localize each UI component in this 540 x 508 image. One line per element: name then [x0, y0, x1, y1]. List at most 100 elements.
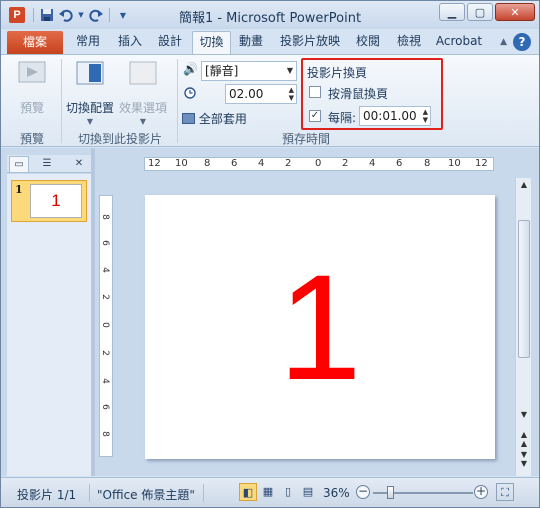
- scroll-down-icon[interactable]: ▼: [517, 410, 531, 419]
- close-pane-icon[interactable]: ✕: [69, 156, 89, 172]
- powerpoint-window: P ▼ ▼ 簡報1 - Microsoft PowerPoint ▁ ▢ ✕ 檔…: [0, 0, 540, 508]
- window-controls: ▁ ▢ ✕: [439, 3, 535, 21]
- slideshow-view-button[interactable]: ▤: [299, 483, 317, 501]
- ruler-tick: 6: [99, 240, 110, 246]
- status-bar: 投影片 1/1 "Office 佈景主題" ◧ ▦ ▯ ▤ 36% − + ⛶: [1, 477, 539, 507]
- ruler-tick: 10: [175, 158, 188, 169]
- zoom-in-icon[interactable]: +: [474, 485, 488, 499]
- tab-review[interactable]: 校閱: [353, 31, 383, 54]
- slide-thumbnail[interactable]: 1 1: [11, 180, 87, 222]
- group-separator: [61, 59, 62, 143]
- tab-view[interactable]: 檢視: [394, 31, 424, 54]
- chevron-down-icon: ▼: [139, 117, 147, 126]
- effect-options-button[interactable]: 效果選項 ▼: [117, 59, 169, 126]
- zoom-out-icon[interactable]: −: [356, 485, 370, 499]
- tab-acrobat[interactable]: Acrobat: [433, 31, 485, 54]
- slides-tab[interactable]: ▭: [9, 156, 29, 172]
- tab-insert[interactable]: 插入: [115, 31, 145, 54]
- pane-splitter[interactable]: [91, 148, 95, 476]
- sound-dropdown[interactable]: [靜音] ▼: [201, 61, 297, 81]
- group-separator: [177, 59, 178, 143]
- preview-button[interactable]: 預覽: [9, 59, 55, 116]
- sound-value: [靜音]: [205, 64, 239, 78]
- tab-animations[interactable]: 動畫: [236, 31, 266, 54]
- ruler-tick: 12: [148, 158, 161, 169]
- thumbnail-preview: 1: [30, 184, 82, 218]
- title-bar: P ▼ ▼ 簡報1 - Microsoft PowerPoint ▁ ▢ ✕: [1, 1, 539, 29]
- ribbon: 預覽 預覽 切換配置 ▼ 效果選項 ▼ 切換到此投影片 🔊 [靜音] ▼ 02.…: [1, 54, 539, 147]
- transition-scheme-icon: [74, 59, 106, 89]
- transition-scheme-button[interactable]: 切換配置 ▼: [65, 59, 115, 126]
- vertical-scrollbar[interactable]: ▲ ▼ ▲ ▲ ▼ ▼: [515, 178, 531, 476]
- apply-all-label: 全部套用: [198, 112, 247, 126]
- ruler-tick: 4: [369, 158, 376, 169]
- previous-slide-icon[interactable]: ▲ ▲: [517, 430, 531, 448]
- group-label-preview: 預覽: [19, 132, 44, 146]
- slide-sorter-button[interactable]: ▦: [259, 483, 277, 501]
- ruler-tick: 8: [99, 431, 110, 437]
- close-button[interactable]: ✕: [495, 3, 535, 21]
- group-label-timing: 預存時間: [281, 132, 330, 146]
- zoom-level[interactable]: 36%: [323, 486, 350, 500]
- slide-canvas[interactable]: 1: [145, 195, 495, 459]
- chevron-down-icon: ▼: [286, 66, 293, 75]
- duration-value: 02.00: [229, 87, 264, 101]
- ruler-tick: 0: [315, 158, 322, 169]
- effect-options-label: 效果選項: [118, 101, 167, 115]
- ruler-tick: 2: [342, 158, 349, 169]
- tab-file[interactable]: 檔案: [7, 31, 63, 54]
- tab-design[interactable]: 設計: [155, 31, 185, 54]
- group-label-transition: 切換到此投影片: [77, 132, 162, 146]
- status-separator: [89, 484, 90, 502]
- zoom-slider-handle[interactable]: [387, 486, 394, 499]
- ruler-tick: 8: [99, 214, 110, 220]
- theme-name[interactable]: "Office 佈景主題": [97, 486, 195, 503]
- reading-view-button[interactable]: ▯: [279, 483, 297, 501]
- ruler-tick: 6: [396, 158, 403, 169]
- duration-field[interactable]: 02.00 ▲ ▼: [225, 84, 297, 104]
- fit-to-window-icon[interactable]: ⛶: [496, 483, 514, 501]
- ruler-tick: 10: [448, 158, 461, 169]
- apply-all-icon: [182, 113, 195, 124]
- tab-slideshow[interactable]: 投影片放映: [277, 31, 343, 54]
- slide-content-text[interactable]: 1: [145, 227, 495, 427]
- ruler-tick: 12: [475, 158, 488, 169]
- preview-label: 預覽: [19, 101, 44, 115]
- ruler-tick: 4: [258, 158, 265, 169]
- sound-icon: 🔊: [183, 62, 198, 76]
- thumbnail-number: 1: [15, 183, 23, 196]
- apply-all-button[interactable]: 全部套用: [182, 110, 247, 127]
- minimize-button[interactable]: ▁: [439, 3, 465, 21]
- minimize-ribbon-icon[interactable]: ▲: [500, 37, 507, 47]
- next-slide-icon[interactable]: ▼ ▼: [517, 450, 531, 468]
- outline-tab[interactable]: ☰: [37, 156, 57, 172]
- slide-count: 投影片 1/1: [17, 488, 77, 502]
- horizontal-ruler: 12 10 8 6 4 2 0 2 4 6 8 10 12: [144, 157, 494, 171]
- tab-transitions[interactable]: 切換: [192, 31, 231, 54]
- spin-arrows-icon[interactable]: ▲ ▼: [289, 86, 294, 102]
- ruler-tick: 4: [99, 267, 110, 273]
- ruler-tick: 2: [99, 350, 110, 356]
- effect-options-icon: [127, 59, 159, 89]
- scroll-thumb[interactable]: [518, 220, 530, 358]
- ruler-tick: 6: [231, 158, 238, 169]
- scroll-up-icon[interactable]: ▲: [517, 180, 531, 189]
- ruler-tick: 0: [99, 322, 110, 328]
- tab-home[interactable]: 常用: [73, 31, 103, 54]
- ruler-tick: 2: [99, 294, 110, 300]
- pane-tabs: ▭ ☰ ✕: [7, 155, 91, 173]
- chevron-down-icon: ▼: [86, 117, 94, 126]
- ribbon-tabs: 檔案 常用 插入 設計 切換 動畫 投影片放映 校閱 檢視 Acrobat ▲ …: [1, 29, 539, 54]
- maximize-button[interactable]: ▢: [467, 3, 493, 21]
- vertical-ruler: 8 6 4 2 0 2 4 6 8: [99, 195, 113, 457]
- ruler-tick: 2: [285, 158, 292, 169]
- normal-view-button[interactable]: ◧: [239, 483, 257, 501]
- help-icon[interactable]: ?: [513, 33, 531, 51]
- ruler-tick: 8: [204, 158, 211, 169]
- ruler-tick: 6: [99, 404, 110, 410]
- preview-icon: [16, 59, 48, 89]
- workspace: ▭ ☰ ✕ 1 1 12 10 8 6 4 2 0 2 4 6 8 10 12: [1, 148, 539, 476]
- status-separator: [203, 484, 204, 502]
- ruler-tick: 4: [99, 378, 110, 384]
- duration-icon: [184, 87, 196, 102]
